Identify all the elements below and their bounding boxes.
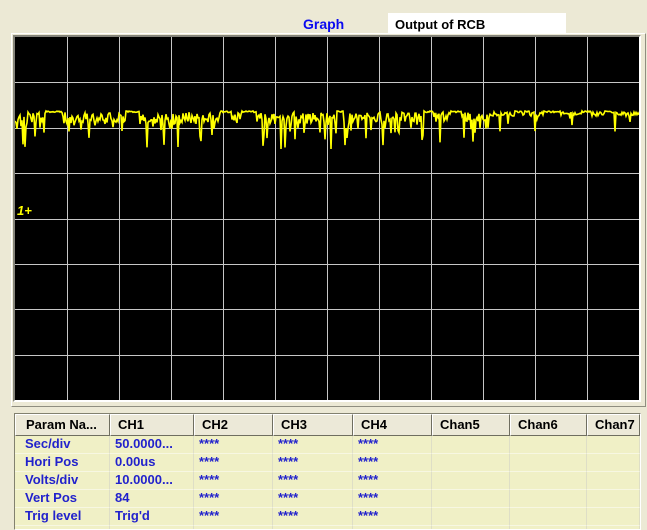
param-value-cell[interactable]: ****	[353, 454, 432, 472]
param-table-body: Sec/div 50.0000... **** **** **** Hori Pos 0.0…	[15, 436, 640, 529]
graph-name-input[interactable]	[388, 13, 566, 34]
param-value-cell[interactable]: ****	[194, 490, 273, 508]
table-row: Hori Pos 0.00us **** **** ****	[15, 454, 640, 472]
param-value-cell[interactable]: ****	[194, 508, 273, 526]
param-value-cell[interactable]	[432, 526, 510, 529]
param-value-cell[interactable]: ****	[273, 472, 353, 490]
param-value-cell[interactable]: 0.00us	[110, 454, 194, 472]
param-name-cell	[15, 526, 110, 529]
param-value-cell[interactable]	[587, 454, 640, 472]
param-name-cell: Hori Pos	[15, 454, 110, 472]
column-header-chan7[interactable]: Chan7	[587, 414, 640, 436]
column-header-param-na-[interactable]: Param Na...	[15, 414, 110, 436]
table-row: Vert Pos 84 **** **** ****	[15, 490, 640, 508]
param-value-cell[interactable]: ****	[194, 436, 273, 454]
column-header-ch2[interactable]: CH2	[194, 414, 273, 436]
column-header-chan6[interactable]: Chan6	[510, 414, 587, 436]
param-value-cell[interactable]	[432, 508, 510, 526]
table-row: Trig level Trig'd **** **** ****	[15, 508, 640, 526]
column-header-ch1[interactable]: CH1	[110, 414, 194, 436]
param-value-cell[interactable]: ****	[273, 490, 353, 508]
scope-gridlines	[15, 37, 639, 400]
param-value-cell[interactable]: ****	[353, 490, 432, 508]
param-name-cell: Volts/div	[15, 472, 110, 490]
param-value-cell[interactable]	[587, 526, 640, 529]
param-value-cell[interactable]	[353, 526, 432, 529]
param-value-cell[interactable]: ****	[273, 508, 353, 526]
table-row: Sec/div 50.0000... **** **** ****	[15, 436, 640, 454]
param-value-cell[interactable]	[432, 436, 510, 454]
param-value-cell[interactable]	[510, 472, 587, 490]
param-value-cell[interactable]: ****	[194, 454, 273, 472]
param-value-cell[interactable]	[432, 490, 510, 508]
param-value-cell[interactable]: ****	[353, 472, 432, 490]
param-value-cell[interactable]: ****	[273, 436, 353, 454]
table-row: Volts/div 10.0000... **** **** ****	[15, 472, 640, 490]
param-value-cell[interactable]	[510, 454, 587, 472]
scope-frame: 1+	[11, 33, 646, 407]
param-value-cell[interactable]	[587, 490, 640, 508]
param-table-header: Param Na... CH1 CH2 CH3 CH4 Chan5 Chan6 Chan7	[15, 414, 640, 436]
param-value-cell[interactable]	[510, 526, 587, 529]
param-value-cell[interactable]	[587, 436, 640, 454]
param-name-cell: Vert Pos	[15, 490, 110, 508]
column-header-chan5[interactable]: Chan5	[432, 414, 510, 436]
param-value-cell[interactable]: 50.0000...	[110, 436, 194, 454]
param-value-cell[interactable]: Trig'd	[110, 508, 194, 526]
scope-canvas: 1+	[15, 37, 639, 400]
table-row-empty	[15, 526, 640, 529]
channel-1-marker: 1+	[17, 203, 32, 218]
param-value-cell[interactable]: ****	[194, 472, 273, 490]
param-value-cell[interactable]	[432, 472, 510, 490]
param-value-cell[interactable]	[587, 508, 640, 526]
graph-title: Graph	[303, 16, 345, 32]
param-value-cell[interactable]: ****	[273, 454, 353, 472]
column-header-ch3[interactable]: CH3	[273, 414, 353, 436]
param-value-cell[interactable]	[432, 454, 510, 472]
param-value-cell[interactable]: ****	[353, 508, 432, 526]
param-value-cell[interactable]	[110, 526, 194, 529]
param-value-cell[interactable]	[194, 526, 273, 529]
param-value-cell[interactable]: 84	[110, 490, 194, 508]
param-value-cell[interactable]: 10.0000...	[110, 472, 194, 490]
param-value-cell[interactable]: ****	[353, 436, 432, 454]
scope-plot: 1+	[13, 35, 641, 402]
param-name-cell: Sec/div	[15, 436, 110, 454]
oscilloscope-window: Graph 1+ Param Na...CH1CH2CH3CH4Chan5Cha…	[0, 0, 647, 530]
param-table: Param Na... CH1 CH2 CH3 CH4 Chan5 Chan6 Chan7 S…	[14, 413, 641, 530]
param-value-cell[interactable]	[587, 472, 640, 490]
param-value-cell[interactable]	[510, 508, 587, 526]
param-value-cell[interactable]	[510, 490, 587, 508]
column-header-ch4[interactable]: CH4	[353, 414, 432, 436]
param-value-cell[interactable]	[273, 526, 353, 529]
param-name-cell: Trig level	[15, 508, 110, 526]
param-value-cell[interactable]	[510, 436, 587, 454]
